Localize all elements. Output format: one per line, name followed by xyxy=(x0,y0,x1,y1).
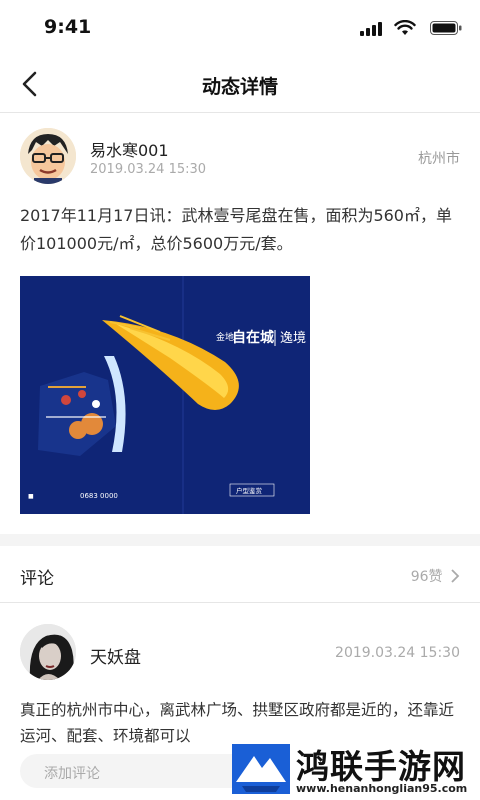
battery-icon xyxy=(430,21,462,35)
page-title: 动态详情 xyxy=(201,76,278,98)
commenter-avatar[interactable] xyxy=(20,624,76,680)
commenter-name[interactable]: 天妖盘 xyxy=(90,643,141,668)
likes-count[interactable]: 96赞 xyxy=(411,566,460,586)
real-estate-poster-image: 金地 自在城 逸境 ■ 0683 0000 户型鉴赏 xyxy=(20,276,310,514)
likes-label: 96赞 xyxy=(410,569,443,585)
svg-text:户型鉴赏: 户型鉴赏 xyxy=(236,486,263,495)
svg-text:逸境: 逸境 xyxy=(280,331,306,346)
comment-text: 真正的杭州市中心，离武林广场、拱墅区政府都是近的，还靠近运河、配套、环境都可以 xyxy=(20,701,455,743)
svg-text:自在城: 自在城 xyxy=(232,329,274,346)
comments-label: 评论 xyxy=(20,569,54,589)
post-image[interactable]: 金地 自在城 逸境 ■ 0683 0000 户型鉴赏 xyxy=(20,276,310,514)
post-city: 杭州市 xyxy=(418,151,460,167)
chevron-right-icon xyxy=(451,569,460,583)
watermark: 鸿联手游网 www.henanhonglian95.com xyxy=(232,740,480,800)
comment-time: 2019.03.24 15:30 xyxy=(335,645,460,661)
signal-icon xyxy=(360,22,382,36)
svg-text:■: ■ xyxy=(28,493,34,500)
post-text: 2017年11月17日讯：武林壹号尾盘在售，面积为560㎡，单价101000元/… xyxy=(20,206,452,253)
status-bar: 9:41 xyxy=(0,0,480,56)
post-time: 2019.03.24 15:30 xyxy=(90,162,207,177)
wifi-icon xyxy=(394,20,416,35)
author-name[interactable]: 易水寒001 xyxy=(90,137,169,161)
comments-header: 评论 96赞 xyxy=(0,546,480,603)
watermark-title: 鸿联手游网 xyxy=(296,747,466,786)
nav-bar: 动态详情 xyxy=(0,56,480,113)
watermark-logo-icon xyxy=(232,744,290,794)
section-divider xyxy=(0,534,480,546)
cartoon-face-icon xyxy=(20,128,76,184)
comment-input-placeholder: 添加评论 xyxy=(44,766,100,782)
author-avatar[interactable] xyxy=(20,128,76,184)
portrait-photo-icon xyxy=(20,624,76,680)
svg-text:0683 0000: 0683 0000 xyxy=(80,492,118,500)
post-author-row: 易水寒001 2019.03.24 15:30 杭州市 xyxy=(20,126,460,188)
watermark-url: www.henanhonglian95.com xyxy=(296,782,468,795)
status-time: 9:41 xyxy=(44,16,92,38)
